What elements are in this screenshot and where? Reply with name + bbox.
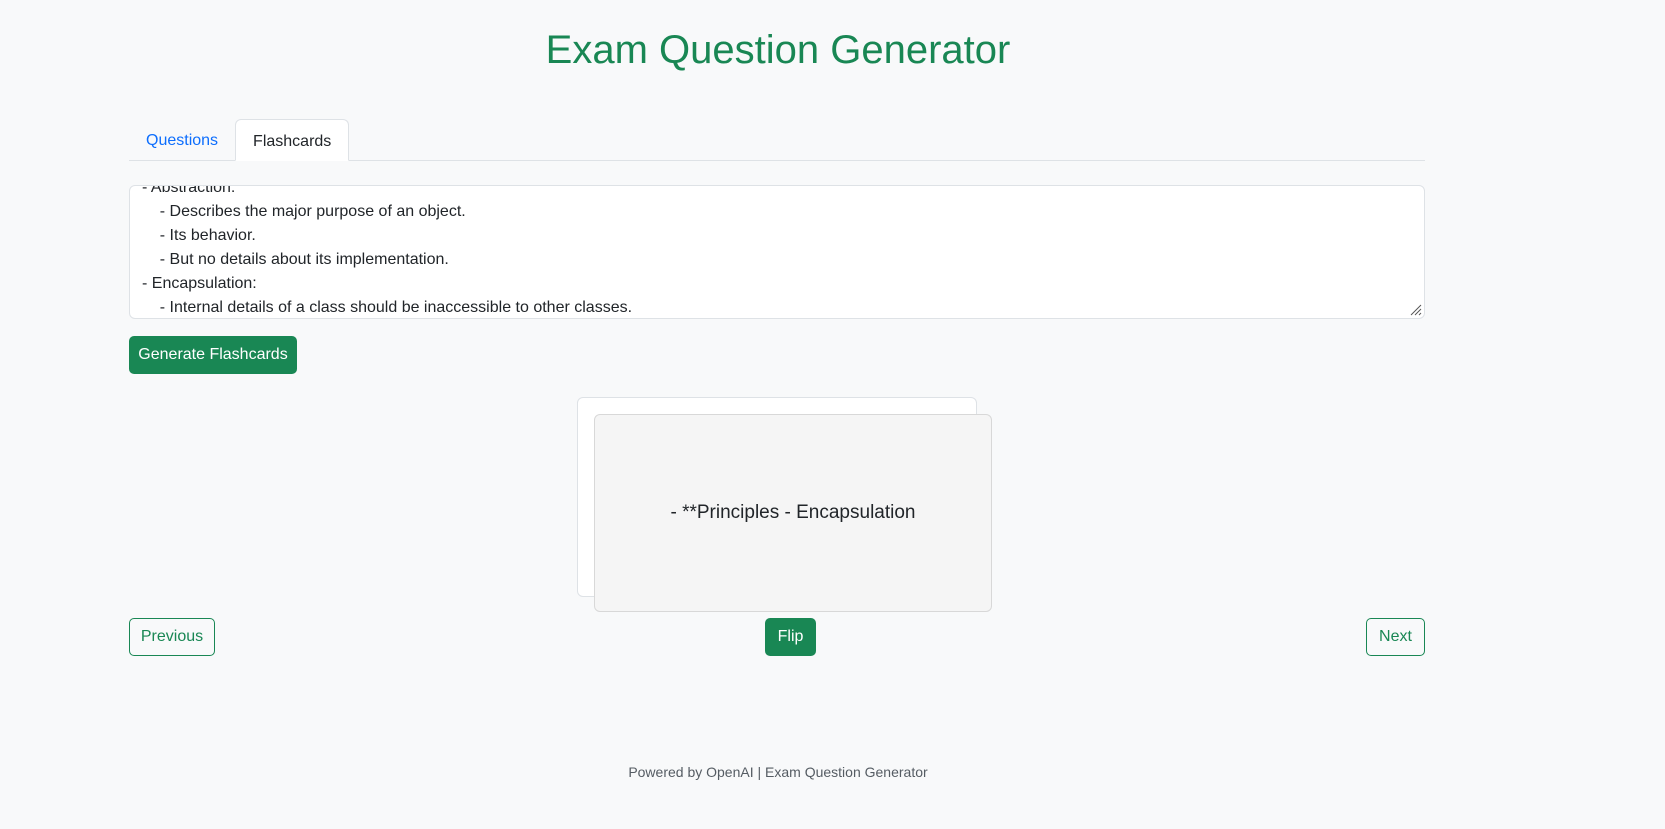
generate-flashcards-button[interactable]: Generate Flashcards bbox=[129, 336, 297, 374]
next-button[interactable]: Next bbox=[1366, 618, 1425, 656]
notes-textarea[interactable]: - Abstraction: - Describes the major pur… bbox=[129, 185, 1425, 319]
resize-grip-icon[interactable] bbox=[1410, 304, 1422, 316]
tab-flashcards[interactable]: Flashcards bbox=[235, 119, 350, 161]
tab-bar: Questions Flashcards bbox=[129, 119, 1425, 161]
notes-textarea-content[interactable]: - Abstraction: - Describes the major pur… bbox=[142, 186, 632, 318]
tab-questions[interactable]: Questions bbox=[129, 119, 235, 160]
flashcard-text: - **Principles - Encapsulation bbox=[670, 502, 916, 523]
previous-button[interactable]: Previous bbox=[129, 618, 215, 656]
flip-button[interactable]: Flip bbox=[765, 618, 816, 656]
flashcard[interactable]: - **Principles - Encapsulation bbox=[594, 414, 992, 612]
footer: Powered by OpenAI | Exam Question Genera… bbox=[628, 764, 928, 780]
page-title: Exam Question Generator bbox=[545, 28, 1011, 72]
